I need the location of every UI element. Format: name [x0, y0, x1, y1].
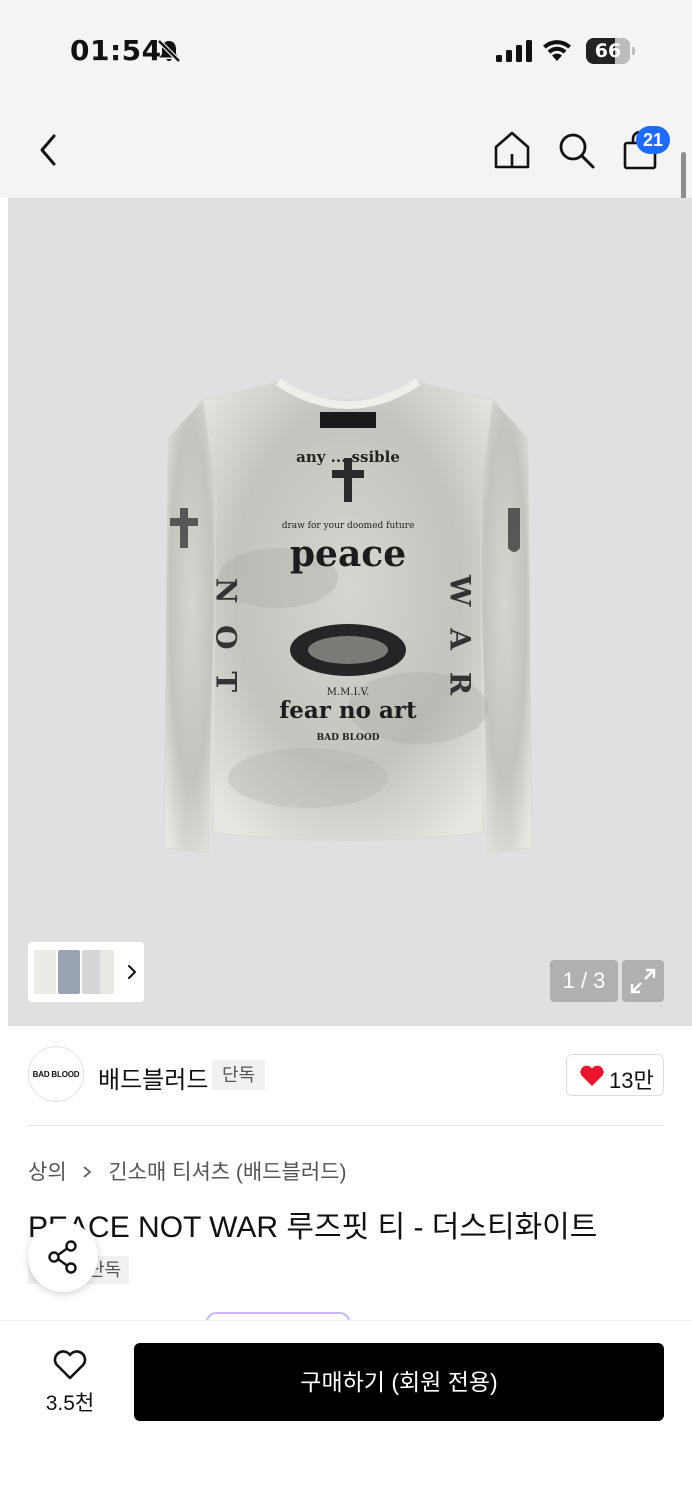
signal-icon [496, 40, 532, 62]
image-page-indicator: 1 / 3 [550, 960, 618, 1002]
shirt-print-line2: peace [290, 533, 406, 575]
shirt-print-line4: fear no art [279, 697, 417, 724]
wishlist-count: 3.5천 [45, 1392, 95, 1415]
bell-off-icon [157, 39, 181, 63]
chevron-right-icon[interactable] [126, 960, 138, 984]
share-button[interactable] [28, 1222, 98, 1292]
chevron-right-icon [83, 1166, 92, 1178]
share-icon [48, 1240, 77, 1274]
thumbnail-image[interactable] [34, 950, 56, 994]
brand-exclusive-badge: 단독 [212, 1060, 266, 1090]
thumbnail-strip[interactable] [28, 942, 144, 1002]
expand-icon [630, 968, 656, 994]
thumbnail-image[interactable] [58, 950, 80, 994]
breadcrumb-item-subcategory[interactable]: 긴소매 티셔츠 (배드블러드) [108, 1156, 346, 1186]
wishlist-button[interactable]: 3.5천 [24, 1345, 120, 1417]
search-icon[interactable] [556, 130, 596, 170]
battery-level-text: 66 [594, 40, 622, 62]
back-icon[interactable] [34, 130, 64, 170]
thumbnail-image[interactable] [100, 950, 114, 994]
shirt-print-line5: BAD BLOOD [317, 733, 380, 743]
home-icon[interactable] [492, 130, 532, 170]
cart-count-badge[interactable]: 21 [636, 126, 670, 154]
breadcrumb-item-category[interactable]: 상의 [28, 1156, 67, 1186]
product-shirt-image: any ... ssible draw for your doomed futu… [163, 378, 533, 854]
brand-like-button[interactable]: 13만 [566, 1054, 664, 1096]
status-time: 01:54 [70, 34, 162, 67]
brand-name[interactable]: 배드블러드 [98, 1060, 208, 1095]
heart-outline-icon [53, 1350, 87, 1380]
brand-like-count: 13만 [609, 1068, 654, 1093]
shirt-sleeve-left-text: N O T [210, 578, 243, 698]
wifi-icon [543, 40, 571, 61]
product-title: PEACE NOT WAR 루즈핏 티 - 더스티화이트 [28, 1211, 598, 1244]
battery-icon: 66 [586, 38, 635, 64]
heart-filled-icon [580, 1065, 604, 1086]
bottom-action-bar: 3.5천 구매하기 (회원 전용) [0, 1320, 692, 1500]
brand-row: BAD BLOOD 배드블러드 단독 13만 [0, 1026, 692, 1126]
top-nav-bar [0, 100, 692, 198]
status-bar: 01:54 66 [0, 0, 692, 100]
expand-image-button[interactable] [622, 960, 664, 1002]
breadcrumb: 상의 긴소매 티셔츠 (배드블러드) [28, 1156, 347, 1186]
shirt-sleeve-right-text: W A R [444, 574, 477, 701]
product-page: 01:54 66 21 any ... ssible draw for your… [0, 0, 692, 1500]
divider [28, 1125, 664, 1126]
product-image-carousel[interactable]: any ... ssible draw for your doomed futu… [8, 198, 692, 1026]
buy-button[interactable]: 구매하기 (회원 전용) [134, 1343, 664, 1421]
brand-logo[interactable]: BAD BLOOD [28, 1046, 84, 1102]
shirt-print-line1: draw for your doomed future [282, 521, 415, 531]
